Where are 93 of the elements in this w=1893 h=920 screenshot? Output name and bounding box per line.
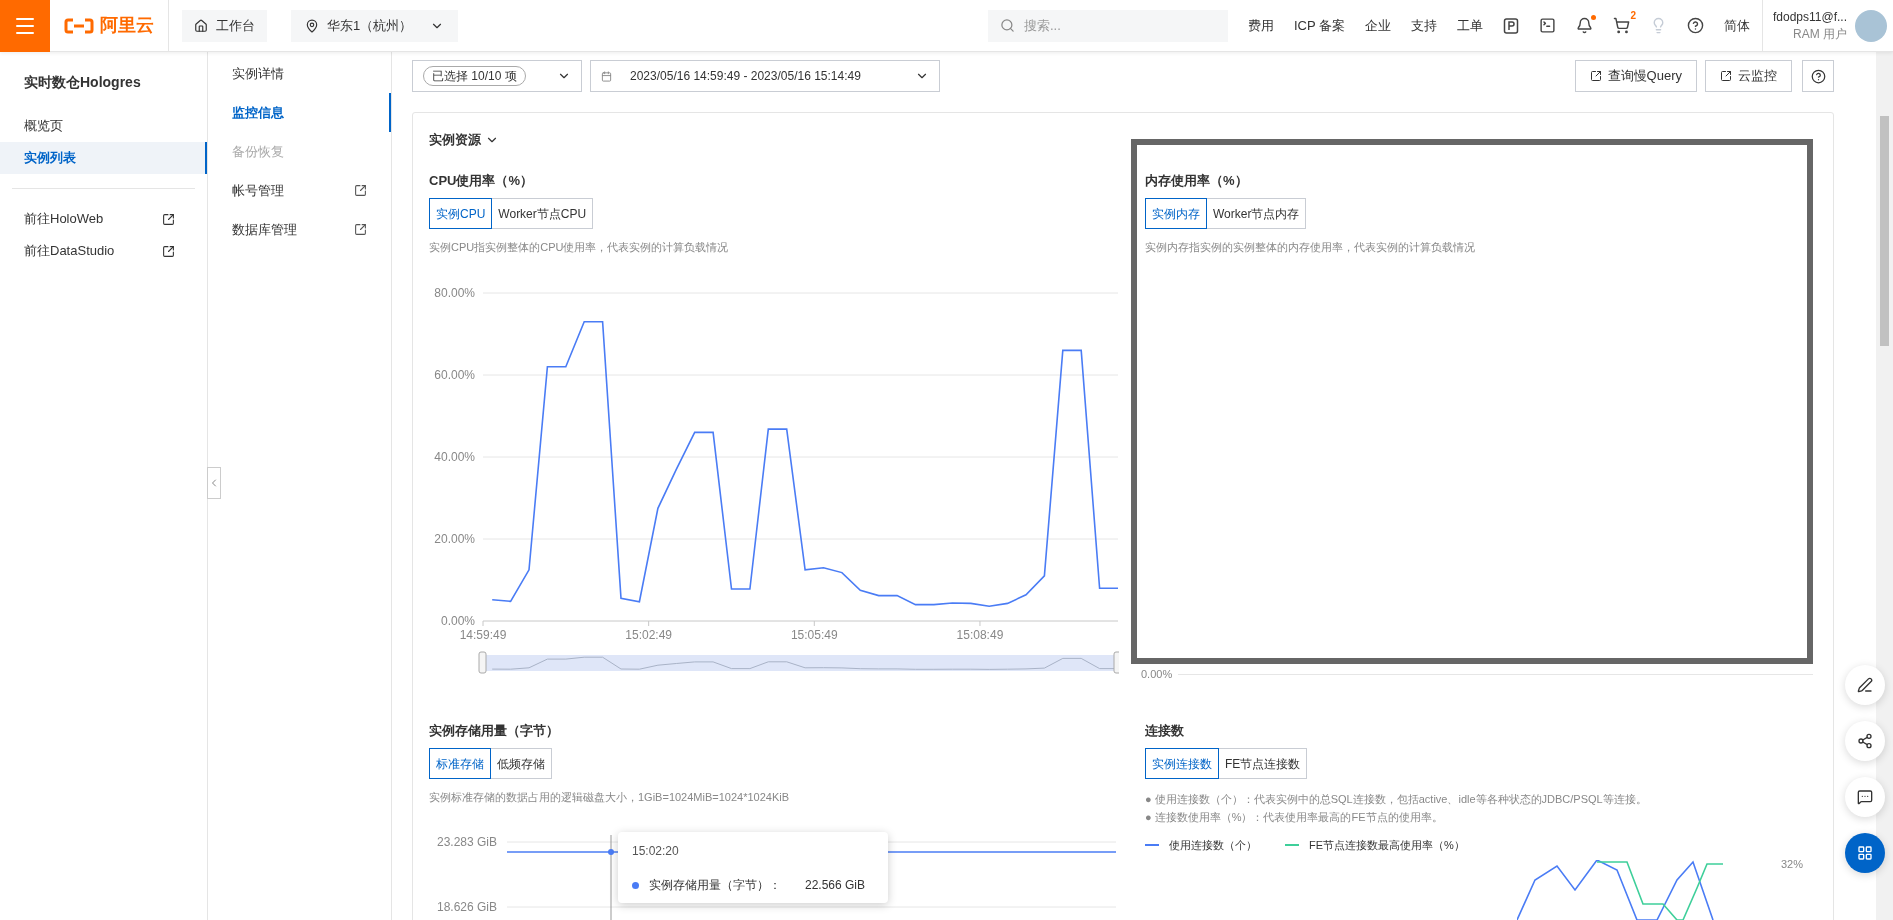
menu-button[interactable] (0, 0, 50, 52)
search-field[interactable]: 搜索... (987, 9, 1228, 42)
sidebar-link[interactable]: 前往DataStudio (24, 241, 115, 261)
tab[interactable]: FE节点连接数 (1218, 748, 1308, 779)
axis-label: 80.00% (434, 286, 475, 300)
toolbar-button[interactable]: 查询慢Query (1574, 60, 1697, 92)
pen-icon (1857, 677, 1873, 693)
time-range-picker[interactable]: 2023/05/16 14:59:49 - 2023/05/16 15:14:49 (590, 60, 940, 92)
axis-label: 23.283 GiB (436, 835, 497, 849)
section-title: 实例资源 (429, 131, 481, 150)
panel-description: 实例CPU指实例整体的CPU使用率，代表实例的计算负载情况 (429, 240, 730, 255)
edit-button[interactable] (1845, 665, 1885, 705)
nav-link[interactable]: ICP 备案 (1293, 15, 1345, 36)
subnav-item[interactable]: 数据库管理 (208, 210, 391, 249)
subnav-item[interactable]: 帐号管理 (208, 171, 391, 210)
panel-description: 实例内存指实例的实例整体的内存使用率，代表实例的计算负载情况 (1145, 240, 1476, 255)
panel-description: 实例标准存储的数据占用的逻辑磁盘大小，1GiB=1024MiB=1024*1024KiB (429, 790, 791, 805)
external-link-icon (162, 212, 175, 226)
chat-icon (1857, 789, 1873, 805)
subnav-item[interactable]: 监控信息 (208, 93, 391, 132)
workbench-button[interactable]: 工作台 (182, 9, 267, 42)
subnav-item[interactable]: 实例详情 (208, 54, 391, 93)
panel-title: 连接数 (1145, 722, 1185, 740)
tab[interactable]: 实例连接数 (1145, 748, 1219, 779)
nav-link[interactable]: 企业 (1365, 15, 1391, 36)
axis-label: 15:05:49 (790, 628, 838, 642)
logo-icon (64, 17, 94, 34)
search-icon (999, 17, 1015, 33)
panel-title: CPU使用率（%） (429, 172, 534, 190)
panel-title: 实例存储用量（字节） (429, 722, 560, 740)
sidebar-link[interactable]: 前往HoloWeb (24, 209, 104, 229)
help-button[interactable] (1802, 60, 1834, 92)
legend-label: 使用连接数（个） (1169, 838, 1257, 853)
external-link-icon (162, 244, 175, 258)
share-button[interactable] (1845, 721, 1885, 761)
axis-label: 18.626 GiB (436, 900, 497, 914)
sidebar-item[interactable]: 概览页 (0, 110, 207, 142)
chart-label: 32% (1780, 856, 1803, 872)
scrollbar[interactable] (1876, 52, 1893, 920)
cart-icon[interactable] (1613, 17, 1630, 34)
help-icon[interactable] (1687, 17, 1704, 34)
external-link-icon (1589, 70, 1602, 82)
axis-label: 0.00% (1141, 666, 1173, 682)
external-link-icon (1720, 70, 1732, 82)
panel-title: 内存使用率（%） (1145, 172, 1249, 190)
legend-label: FE节点连接数最高使用率（%） (1309, 838, 1465, 853)
feedback-button[interactable] (1845, 777, 1885, 817)
tab[interactable]: 标准存储 (429, 748, 491, 779)
tooltip-value: 22.566 GiB (805, 877, 866, 894)
terminal-icon[interactable] (1539, 17, 1556, 34)
axis-label: 15:02:49 (625, 628, 672, 642)
sidebar-item[interactable]: 实例列表 (0, 142, 207, 174)
tooltip-label: 实例存储用量（字节）： (649, 877, 782, 894)
location-pin-icon (305, 18, 319, 33)
range-slider[interactable] (478, 651, 1119, 674)
panel-note: ● 连接数使用率（%）：代表使用率最高的FE节点的使用率。 (1145, 810, 1444, 825)
time-range-text: 2023/05/16 14:59:49 - 2023/05/16 15:14:49 (630, 68, 862, 85)
home-icon (194, 18, 208, 33)
instance-selector[interactable]: 已选择 10/10 项 (412, 60, 582, 92)
tab[interactable]: 实例CPU (429, 198, 493, 229)
user-role: RAM 用户 (1793, 25, 1847, 43)
axis-label: 20.00% (434, 532, 475, 546)
calendar-icon (601, 70, 612, 82)
nav-link[interactable]: 费用 (1247, 15, 1274, 36)
axis-label: 14:59:49 (459, 628, 507, 642)
help-icon (1810, 68, 1826, 84)
collapse-toggle[interactable] (207, 467, 221, 499)
external-link-icon (354, 184, 367, 197)
toolbar-button[interactable]: 云监控 (1705, 60, 1792, 92)
grid-icon (1857, 845, 1873, 861)
axis-label: 60.00% (434, 368, 475, 382)
apps-button[interactable] (1845, 833, 1885, 873)
user-name[interactable]: fdodps11@f... (1773, 8, 1847, 26)
external-link-icon (354, 223, 367, 236)
axis-label: 15:08:49 (956, 628, 1004, 642)
logo-text: 阿里云 (100, 14, 154, 37)
tab[interactable]: Worker节点内存 (1206, 198, 1307, 229)
tab[interactable]: Worker节点CPU (491, 198, 594, 229)
cart-count: 2 (1630, 9, 1636, 23)
language-link[interactable]: 简体 (1724, 15, 1750, 36)
tab[interactable]: 实例内存 (1145, 198, 1207, 229)
share-icon (1857, 733, 1873, 749)
nav-link[interactable]: 支持 (1411, 15, 1437, 36)
tab[interactable]: 低频存储 (490, 748, 552, 779)
bell-icon[interactable] (1576, 17, 1593, 34)
axis-label: 0.00% (440, 614, 475, 628)
axis-label: 40.00% (434, 450, 475, 464)
panel-note: ● 使用连接数（个）：代表实例中的总SQL连接数，包括active、idle等各种状态的JDBC/PSQL等连接。 (1145, 792, 1648, 807)
nav-link[interactable]: 工单 (1457, 15, 1483, 36)
tooltip-time: 15:02:20 (632, 843, 680, 860)
sidebar-title: 实时数仓Hologres (23, 73, 142, 92)
region-selector[interactable]: 华东1（杭州） (291, 9, 459, 42)
parking-icon[interactable] (1503, 16, 1519, 35)
